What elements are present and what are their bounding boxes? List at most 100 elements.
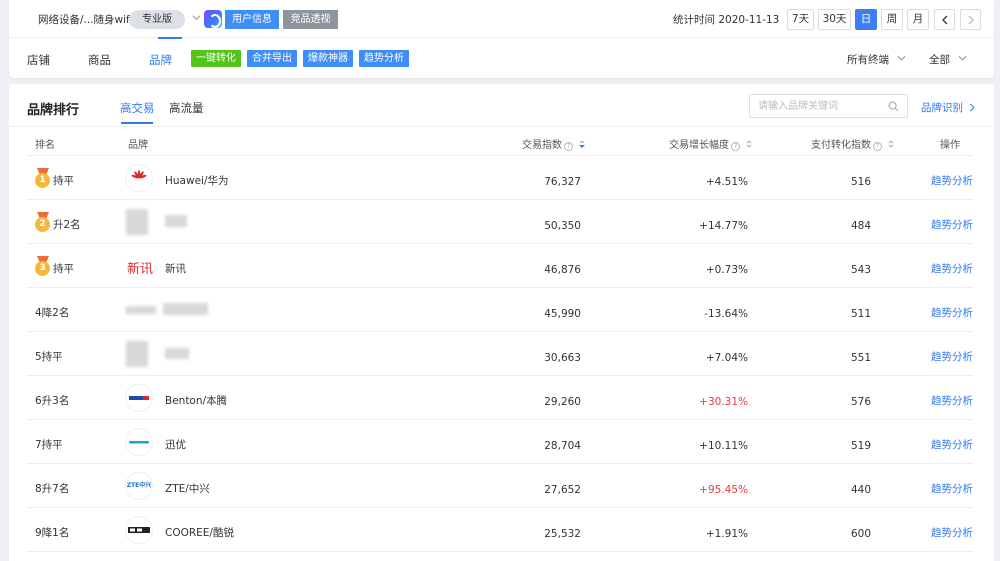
payment-conversion-index: 600 (850, 528, 871, 540)
brand-name[interactable]: ZTE/中兴 (165, 481, 210, 496)
trade-growth: +30.31% (699, 396, 748, 408)
cooree-logo-icon (128, 527, 150, 533)
chevron-right-icon (970, 103, 975, 112)
brand-search-box[interactable] (749, 94, 908, 118)
trend-analysis-link[interactable]: 趋势分析 (931, 525, 973, 540)
gold-medal-icon: 1 (35, 168, 51, 188)
table-row: 1 持平 Huawei/华为 76,327 +4.51% 516 趋势分析 (27, 156, 973, 200)
brand-name[interactable]: 新讯 (165, 261, 186, 276)
benton-logo-icon (129, 396, 149, 400)
blurred-brand-name (165, 215, 187, 227)
period-7d-button[interactable]: 7天 (787, 9, 814, 30)
column-trade-index[interactable]: 交易指数? (522, 136, 585, 151)
terminal-filter-label: 所有终端 (847, 54, 889, 66)
trade-index: 30,663 (544, 352, 581, 364)
trend-analysis-link[interactable]: 趋势分析 (931, 261, 973, 276)
brand-name[interactable]: Benton/本腾 (165, 393, 227, 408)
blurred-brand-logo (126, 341, 148, 367)
table-row: 9降1名 COOREE/酷锐 25,532 +1.91% 600 趋势分析 (27, 508, 973, 552)
table-row: 8升7名 ZTE中兴 ZTE/中兴 27,652 +95.45% 440 趋势分… (27, 464, 973, 508)
chevron-down-icon[interactable] (192, 13, 201, 22)
trend-analysis-link[interactable]: 趋势分析 (931, 173, 973, 188)
brand-name[interactable]: 迅优 (165, 437, 186, 452)
zte-logo: ZTE中兴 (126, 482, 152, 489)
trade-growth: +0.73% (705, 264, 748, 276)
period-day-button[interactable]: 日 (855, 9, 877, 30)
brand-logo (125, 384, 153, 412)
column-payment-conversion-label: 支付转化指数 (811, 140, 871, 151)
sort-icon[interactable] (579, 139, 585, 149)
payment-conversion-index: 511 (850, 308, 871, 320)
rank-change: 9降1名 (35, 527, 70, 539)
period-30d-button[interactable]: 30天 (818, 9, 851, 30)
trend-analysis-link[interactable]: 趋势分析 (931, 217, 973, 232)
rank-change: 5持平 (35, 351, 63, 363)
one-click-convert-button[interactable]: 一键转化 (191, 50, 241, 67)
competitor-view-button[interactable]: 竞品透视 (283, 10, 338, 29)
trend-analysis-link[interactable]: 趋势分析 (931, 305, 973, 320)
brand-name[interactable]: COOREE/酷锐 (165, 525, 234, 540)
rank-change: 持平 (53, 263, 74, 275)
trade-index: 27,652 (544, 484, 581, 496)
trade-growth: +14.77% (699, 220, 748, 232)
scope-filter[interactable]: 全部 (929, 52, 967, 67)
help-icon[interactable]: ? (564, 142, 573, 151)
blurred-brand-name (163, 303, 208, 315)
trade-growth: +10.11% (699, 440, 748, 452)
subtab-high-trade[interactable]: 高交易 (120, 100, 155, 116)
trade-index: 29,260 (544, 396, 581, 408)
subtab-high-traffic[interactable]: 高流量 (169, 100, 204, 116)
prev-date-button[interactable] (934, 9, 955, 30)
hot-item-tool-button[interactable]: 爆款神器 (303, 50, 353, 67)
trade-growth: +1.91% (705, 528, 748, 540)
table-header: 排名 品牌 交易指数? 交易增长幅度? 支付转化指数? 操作 (27, 127, 973, 156)
tab-product[interactable]: 商品 (88, 52, 111, 68)
trade-index: 76,327 (544, 176, 581, 188)
payment-conversion-index: 543 (850, 264, 871, 276)
next-date-button[interactable] (960, 9, 981, 30)
page-title: 品牌排行 (27, 103, 80, 118)
table-row: 2 升2名 50,350 +14.77% 484 趋势分析 (27, 200, 973, 244)
table-row: 5持平 30,663 +7.04% 551 趋势分析 (27, 332, 973, 376)
brand-ranking-panel: 品牌排行 高交易 高流量 品牌识别 排名 品牌 交易指数? 交易增长幅度? 支付… (9, 84, 994, 561)
sort-icon[interactable] (888, 139, 894, 149)
silver-medal-icon: 2 (35, 212, 51, 232)
tab-brand[interactable]: 品牌 (149, 52, 172, 68)
brand-search-input[interactable] (758, 99, 878, 114)
trend-analysis-link[interactable]: 趋势分析 (931, 481, 973, 496)
rank-change: 8升7名 (35, 483, 70, 495)
plugin-logo-icon (204, 10, 222, 28)
trend-analysis-link[interactable]: 趋势分析 (931, 349, 973, 364)
trend-analysis-link[interactable]: 趋势分析 (931, 437, 973, 452)
subtab-active-indicator (121, 122, 153, 124)
trend-analysis-button[interactable]: 趋势分析 (359, 50, 409, 67)
trade-index: 50,350 (544, 220, 581, 232)
rank-change: 升2名 (53, 219, 81, 231)
bronze-medal-icon: 3 (35, 256, 51, 276)
category-selector[interactable]: 网络设备/...随身wifi (38, 12, 133, 27)
help-icon[interactable]: ? (731, 142, 740, 151)
filter-row: 网络设备/...随身wifi 专业版 用户信息 竞品透视 统计时间 2020-1… (9, 0, 994, 38)
trend-analysis-link[interactable]: 趋势分析 (931, 393, 973, 408)
trade-index: 28,704 (544, 440, 581, 452)
merge-export-button[interactable]: 合并导出 (247, 50, 297, 67)
search-icon[interactable] (888, 101, 899, 112)
brand-recognition-link[interactable]: 品牌识别 (921, 100, 976, 115)
tab-active-indicator (158, 37, 182, 39)
tab-store[interactable]: 店铺 (27, 52, 50, 68)
terminal-filter[interactable]: 所有终端 (847, 52, 906, 67)
column-payment-conversion[interactable]: 支付转化指数? (811, 136, 894, 151)
rank-change: 持平 (53, 175, 74, 187)
period-month-button[interactable]: 月 (907, 9, 929, 30)
brand-name[interactable]: Huawei/华为 (165, 173, 229, 188)
user-info-button[interactable]: 用户信息 (225, 10, 279, 29)
brand-logo (125, 428, 153, 456)
brand-logo: ZTE中兴 (125, 472, 153, 500)
help-icon[interactable]: ? (873, 142, 882, 151)
payment-conversion-index: 576 (850, 396, 871, 408)
period-week-button[interactable]: 周 (881, 9, 903, 30)
trade-growth: +4.51% (705, 176, 748, 188)
sort-icon[interactable] (746, 139, 752, 149)
category-tab-row: 店铺 商品 品牌 一键转化 合并导出 爆款神器 趋势分析 所有终端 全部 (9, 38, 994, 78)
column-trade-growth[interactable]: 交易增长幅度? (669, 136, 752, 151)
